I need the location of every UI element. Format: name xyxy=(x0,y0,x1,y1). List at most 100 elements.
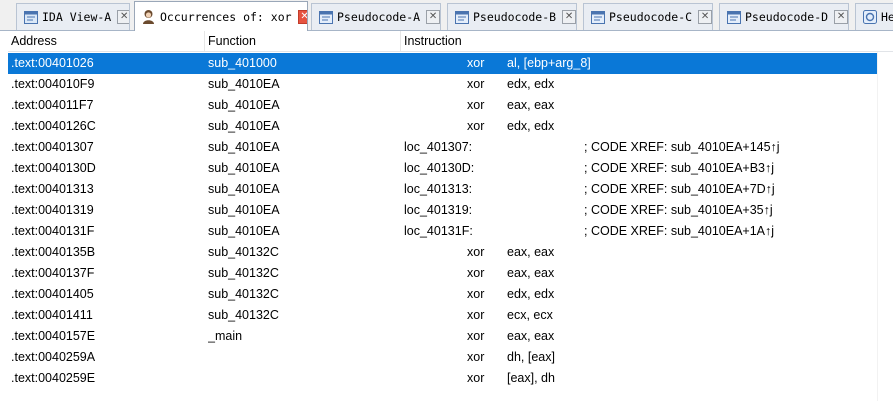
table-row[interactable]: .text:0040130D sub_4010EA loc_40130D: ; CO… xyxy=(8,158,878,179)
cell-address: .text:0040137F xyxy=(11,266,95,280)
cell-function: sub_401000 xyxy=(208,56,277,70)
cell-instruction-mnemonic: xor xyxy=(467,98,485,112)
cell-instruction-mnemonic: xor xyxy=(467,266,485,280)
tab-hex-view[interactable]: He xyxy=(855,3,893,30)
cell-instruction-operands: eax, eax xyxy=(507,245,555,259)
cell-address: .text:00401411 xyxy=(11,308,93,322)
table-row[interactable]: .text:0040131F sub_4010EA loc_40131F: ; COD… xyxy=(8,221,878,242)
cell-instruction-operands: eax, eax xyxy=(507,266,555,280)
table-row[interactable]: .text:004011F7 sub_4010EA xor eax, eax xyxy=(8,95,878,116)
cell-function: sub_40132C xyxy=(208,308,279,322)
cell-address: .text:00401026 xyxy=(11,56,94,70)
cell-function: sub_4010EA xyxy=(208,224,280,238)
column-header-function[interactable]: Function xyxy=(205,31,401,51)
cell-instruction-operands: edx, edx xyxy=(507,119,555,133)
cell-function: sub_40132C xyxy=(208,245,279,259)
tab-label: Pseudocode-D xyxy=(745,10,829,24)
close-icon[interactable]: ✕ xyxy=(698,10,712,24)
cell-instruction-comment: ; CODE XREF: sub_4010EA+7D↑j xyxy=(584,182,775,196)
tab-pseudocode-c[interactable]: Pseudocode-C ✕ xyxy=(583,3,713,30)
divider xyxy=(877,52,878,401)
cell-instruction-comment: ; CODE XREF: sub_4010EA+145↑j xyxy=(584,140,780,154)
tab-bar: IDA View-A ✕ Occurrences of: xor ✕ Pseud… xyxy=(0,0,893,31)
cell-address: .text:00401405 xyxy=(11,287,94,301)
tab-label: Occurrences of: xor xyxy=(160,9,292,24)
cell-instruction-label: loc_40131F: xyxy=(404,224,473,238)
occurrences-list[interactable]: Address Function Instruction .text:00401… xyxy=(8,31,893,401)
close-icon[interactable]: ✕ xyxy=(426,10,440,24)
table-row[interactable]: .text:00401026 sub_401000 xor al, [ebp+arg_… xyxy=(8,53,878,74)
cell-instruction-comment: ; CODE XREF: sub_4010EA+35↑j xyxy=(584,203,773,217)
tab-label: He xyxy=(881,10,893,24)
tab-pseudocode-a[interactable]: Pseudocode-A ✕ xyxy=(311,3,441,30)
table-row[interactable]: .text:004010F9 sub_4010EA xor edx, edx xyxy=(8,74,878,95)
close-icon[interactable]: ✕ xyxy=(297,9,307,24)
tab-pseudocode-d[interactable]: Pseudocode-D ✕ xyxy=(719,3,849,30)
cell-instruction-label: loc_401313: xyxy=(404,182,473,196)
tab-ida-view-a[interactable]: IDA View-A ✕ xyxy=(16,3,130,30)
cell-instruction-mnemonic: xor xyxy=(467,245,485,259)
cell-instruction-operands: edx, edx xyxy=(507,77,555,91)
pseudocode-icon xyxy=(726,10,741,25)
cell-function: sub_40132C xyxy=(208,287,279,301)
cell-instruction-mnemonic: xor xyxy=(467,56,485,70)
pseudocode-icon xyxy=(454,10,469,25)
tab-label: Pseudocode-C xyxy=(609,10,693,24)
cell-function: sub_40132C xyxy=(208,266,279,280)
cell-instruction-comment: ; CODE XREF: sub_4010EA+B3↑j xyxy=(584,161,775,175)
cell-instruction-label: loc_401319: xyxy=(404,203,473,217)
cell-address: .text:004011F7 xyxy=(11,98,94,112)
cell-function: sub_4010EA xyxy=(208,98,280,112)
table-row[interactable]: .text:00401319 sub_4010EA loc_401319: ; COD… xyxy=(8,200,878,221)
cell-instruction-mnemonic: xor xyxy=(467,329,485,343)
table-row[interactable]: .text:00401405 sub_40132C xor edx, edx xyxy=(8,284,878,305)
cell-instruction-operands: eax, eax xyxy=(507,98,555,112)
cell-function: sub_4010EA xyxy=(208,119,280,133)
cell-instruction-mnemonic: xor xyxy=(467,308,485,322)
table-row[interactable]: .text:00401307 sub_4010EA loc_401307: ; COD… xyxy=(8,137,878,158)
cell-function xyxy=(208,368,398,389)
cell-instruction-mnemonic: xor xyxy=(467,77,485,91)
cell-function: _main xyxy=(208,329,243,343)
cell-instruction-label: loc_401307: xyxy=(404,140,473,154)
cell-address: .text:00401313 xyxy=(11,182,94,196)
cell-function: sub_4010EA xyxy=(208,140,280,154)
cell-instruction-mnemonic: xor xyxy=(467,287,485,301)
table-row[interactable]: .text:0040157E _main xor eax, eax xyxy=(8,326,878,347)
table-row[interactable]: .text:0040126C sub_4010EA xor edx, edx xyxy=(8,116,878,137)
cell-address: .text:0040126C xyxy=(11,119,96,133)
cell-address: .text:0040259A xyxy=(11,350,96,364)
tab-label: Pseudocode-A xyxy=(337,10,421,24)
column-header-address[interactable]: Address xyxy=(8,31,205,51)
close-icon[interactable]: ✕ xyxy=(117,10,129,24)
table-row[interactable]: .text:0040137F sub_40132C xor eax, eax xyxy=(8,263,878,284)
tab-occurrences-of-xor[interactable]: Occurrences of: xor ✕ xyxy=(134,1,308,31)
cell-address: .text:0040259E xyxy=(11,371,96,385)
table-row[interactable]: .text:00401313 sub_4010EA loc_401313: ; COD… xyxy=(8,179,878,200)
cell-instruction-mnemonic: xor xyxy=(467,350,485,364)
table-row[interactable]: .text:0040135B sub_40132C xor eax, eax xyxy=(8,242,878,263)
cell-instruction-operands: dh, [eax] xyxy=(507,350,555,364)
tab-label: Pseudocode-B xyxy=(473,10,557,24)
cell-instruction-operands: edx, edx xyxy=(507,287,555,301)
cell-address: .text:0040157E xyxy=(11,329,96,343)
table-row[interactable]: .text:00401411 sub_40132C xor ecx, ecx xyxy=(8,305,878,326)
cell-function: sub_4010EA xyxy=(208,182,280,196)
cell-instruction-operands: ecx, ecx xyxy=(507,308,553,322)
cell-instruction-mnemonic: xor xyxy=(467,119,485,133)
close-icon[interactable]: ✕ xyxy=(562,10,576,24)
column-header-instruction[interactable]: Instruction xyxy=(401,31,893,51)
cell-function xyxy=(208,347,398,368)
tab-pseudocode-b[interactable]: Pseudocode-B ✕ xyxy=(447,3,577,30)
table-row[interactable]: .text:0040259A xor dh, [eax] xyxy=(8,347,878,368)
close-icon[interactable]: ✕ xyxy=(834,10,848,24)
column-header-row: Address Function Instruction xyxy=(8,31,893,52)
cell-address: .text:004010F9 xyxy=(11,77,95,91)
ida-view-icon xyxy=(23,10,38,25)
cell-function: sub_4010EA xyxy=(208,77,280,91)
cell-address: .text:0040135B xyxy=(11,245,96,259)
occurrences-icon xyxy=(141,9,156,24)
cell-instruction-label: loc_40130D: xyxy=(404,161,475,175)
table-row[interactable]: .text:0040259E xor [eax], dh xyxy=(8,368,878,389)
pseudocode-icon xyxy=(318,10,333,25)
